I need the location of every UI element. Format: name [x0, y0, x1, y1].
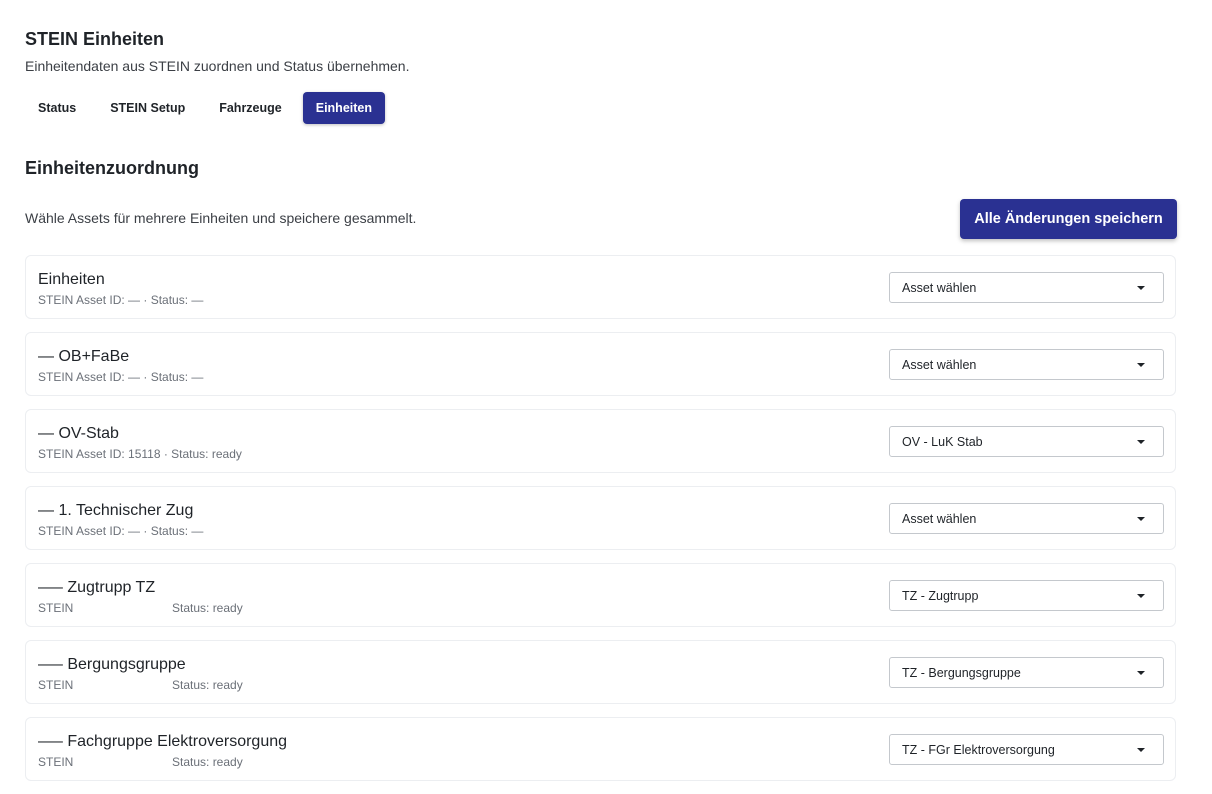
tab-einheiten[interactable]: Einheiten	[302, 92, 385, 124]
unit-name: —– Zugtrupp TZ	[38, 579, 156, 596]
unit-name: —– Fachgruppe Elektroversorgung	[38, 733, 288, 750]
unit-meta: STEIN Asset ID: — · Status: —	[38, 370, 203, 384]
asset-select[interactable]: OV - LuK Stab	[889, 426, 1164, 457]
chevron-down-icon	[1137, 517, 1145, 521]
page-title: STEIN Einheiten	[25, 29, 165, 49]
unit-card: — 1. Technischer Zug STEIN Asset ID: — ·…	[25, 486, 1176, 550]
chevron-down-icon	[1137, 286, 1145, 290]
stein-units-page: STEIN Einheiten Einheitendaten aus STEIN…	[0, 0, 1212, 794]
tab-fahrzeuge[interactable]: Fahrzeuge	[206, 92, 295, 124]
asset-select[interactable]: Asset wählen	[889, 503, 1164, 534]
chevron-down-icon	[1137, 748, 1145, 752]
chevron-down-icon	[1137, 671, 1145, 675]
asset-select[interactable]: TZ - FGr Elektroversorgung	[889, 734, 1164, 765]
unit-card: — OV-Stab STEIN Asset ID: 15118 · Status…	[25, 409, 1176, 473]
section-hint: Wähle Assets für mehrere Einheiten und s…	[25, 210, 417, 226]
unit-meta: STEIN Status: ready	[38, 601, 243, 615]
unit-status: Status: ready	[172, 601, 243, 615]
section-title: Einheitenzuordnung	[25, 158, 199, 178]
unit-meta: STEIN Asset ID: — · Status: —	[38, 524, 203, 538]
unit-meta: STEIN Asset ID: — · Status: —	[38, 293, 203, 307]
asset-select-value: OV - LuK Stab	[902, 435, 983, 449]
tab-status[interactable]: Status	[25, 92, 89, 124]
asset-select[interactable]: Asset wählen	[889, 272, 1164, 303]
asset-select-value: Asset wählen	[902, 512, 977, 526]
unit-meta: STEIN Asset ID: 15118 · Status: ready	[38, 447, 242, 461]
unit-name: — OB+FaBe	[38, 348, 130, 365]
tab-bar: Status STEIN Setup Fahrzeuge Einheiten	[25, 92, 393, 124]
unit-meta: STEIN Status: ready	[38, 678, 243, 692]
asset-select[interactable]: TZ - Bergungsgruppe	[889, 657, 1164, 688]
chevron-down-icon	[1137, 594, 1145, 598]
unit-asset-info: STEIN	[38, 755, 74, 769]
save-all-button[interactable]: Alle Änderungen speichern	[960, 199, 1177, 239]
unit-name: — 1. Technischer Zug	[38, 502, 194, 519]
unit-asset-info: STEIN	[38, 678, 74, 692]
asset-select-value: Asset wählen	[902, 281, 977, 295]
unit-card: — OB+FaBe STEIN Asset ID: — · Status: — …	[25, 332, 1176, 396]
unit-name: Einheiten	[38, 271, 105, 288]
unit-asset-info: STEIN Asset ID: — · Status: —	[38, 370, 204, 384]
unit-name: — OV-Stab	[38, 425, 119, 442]
unit-name: —– Bergungsgruppe	[38, 656, 186, 673]
page-subtitle: Einheitendaten aus STEIN zuordnen und St…	[25, 58, 410, 74]
unit-card: —– Fachgruppe Elektroversorgung STEIN St…	[25, 717, 1176, 781]
asset-select[interactable]: TZ - Zugtrupp	[889, 580, 1164, 611]
unit-asset-info: STEIN Asset ID: — · Status: —	[38, 293, 204, 307]
tab-stein-setup[interactable]: STEIN Setup	[97, 92, 198, 124]
chevron-down-icon	[1137, 440, 1145, 444]
unit-asset-info: STEIN Asset ID: 15118 · Status: ready	[38, 447, 242, 461]
unit-asset-info: STEIN Asset ID: — · Status: —	[38, 524, 204, 538]
asset-select[interactable]: Asset wählen	[889, 349, 1164, 380]
unit-card: —– Zugtrupp TZ STEIN Status: ready TZ - …	[25, 563, 1176, 627]
asset-select-value: TZ - Bergungsgruppe	[902, 666, 1021, 680]
unit-status: Status: ready	[172, 755, 243, 769]
asset-select-value: TZ - Zugtrupp	[902, 589, 979, 603]
chevron-down-icon	[1137, 363, 1145, 367]
unit-status: Status: ready	[172, 678, 243, 692]
unit-asset-info: STEIN	[38, 601, 74, 615]
unit-card: Einheiten STEIN Asset ID: — · Status: — …	[25, 255, 1176, 319]
unit-meta: STEIN Status: ready	[38, 755, 243, 769]
asset-select-value: TZ - FGr Elektroversorgung	[902, 743, 1055, 757]
asset-select-value: Asset wählen	[902, 358, 977, 372]
unit-card: —– Bergungsgruppe STEIN Status: ready TZ…	[25, 640, 1176, 704]
